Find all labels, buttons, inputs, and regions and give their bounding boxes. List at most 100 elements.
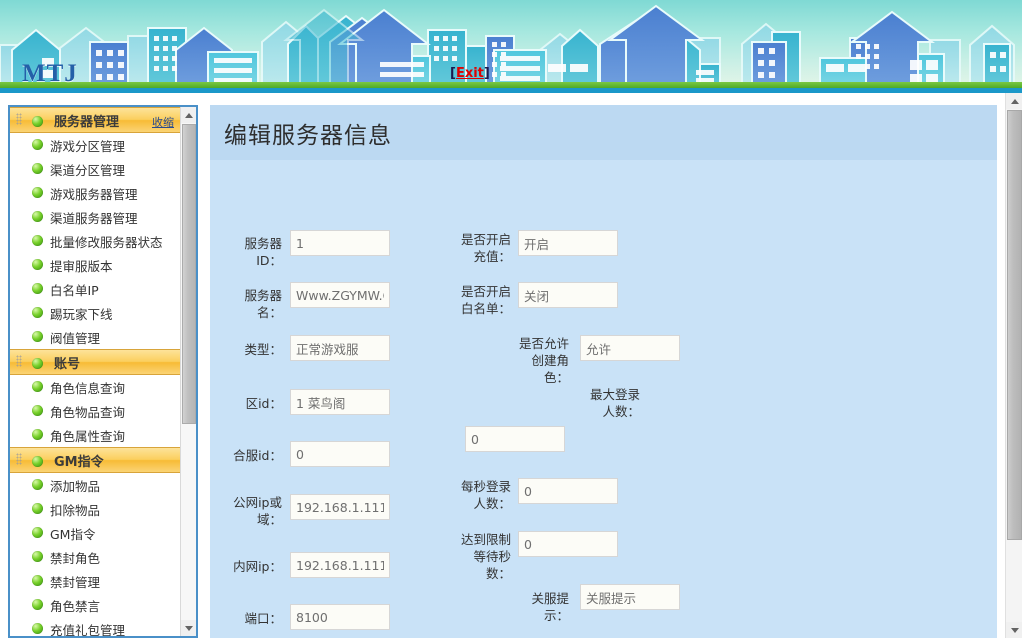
sidebar-item-label: 扣除物品 (50, 502, 101, 518)
sidebar-item-label: 踢玩家下线 (50, 306, 113, 322)
sidebar-group-3[interactable]: GM指令 (10, 447, 182, 473)
content-area: 服务器管理 收缩游戏分区管理 渠道分区管理游戏服务器管理 渠道服务器管理批量修改服务器… (0, 93, 1022, 638)
page-scroll-down-button[interactable] (1006, 622, 1022, 638)
sidebar-group-label: 服务器管理 (54, 114, 120, 130)
bullet-icon (32, 259, 43, 270)
sidebar-item-label: 渠道服务器管理 (50, 210, 138, 226)
field-left-label-3: 类型： (244, 342, 282, 357)
sidebar-item-1-9[interactable]: 阀值管理 (10, 325, 182, 349)
bullet-icon (32, 381, 43, 392)
drag-handle-icon[interactable] (16, 453, 22, 465)
bullet-icon (32, 358, 43, 369)
bullet-icon (32, 283, 43, 294)
bullet-icon (32, 139, 43, 150)
sidebar-group-2[interactable]: 账号 (10, 349, 182, 375)
sidebar-item-1-3[interactable]: 游戏服务器管理 (10, 181, 182, 205)
field-right-input-6[interactable] (518, 531, 618, 557)
sidebar-scroll-up-button[interactable] (181, 107, 196, 123)
field-right-input-7[interactable] (580, 584, 680, 610)
sidebar-item-label: 角色禁言 (50, 598, 101, 614)
exit-link[interactable]: [Exit] (450, 66, 490, 81)
field-left-label-6: 公网ip或域： (233, 495, 282, 527)
field-left-input-6[interactable] (290, 494, 390, 520)
field-left-label-4: 区id： (245, 396, 282, 411)
field-right-input-5[interactable] (518, 478, 618, 504)
sidebar-item-3-7[interactable]: 充值礼包管理 (10, 617, 182, 636)
sidebar-item-3-4[interactable]: 禁封角色 (10, 545, 182, 569)
app-window: MTJ [Exit] 服务器管理 收缩 游戏分区管理 渠道分区管理 游戏服务器管理 渠道服… (0, 0, 1022, 638)
field-left-label-1: 服务器ID： (244, 236, 282, 268)
field-right-input-4[interactable] (465, 426, 565, 452)
field-right-label-5: 每秒登录人数： (460, 479, 511, 511)
sidebar-item-3-5[interactable]: 禁封管理 (10, 569, 182, 593)
field-left-input-3[interactable] (290, 335, 390, 361)
sidebar-item-1-5[interactable]: 批量修改服务器状态 (10, 229, 182, 253)
sidebar-item-1-2[interactable]: 渠道分区管理 (10, 157, 182, 181)
field-right-input-1[interactable] (518, 230, 618, 256)
bullet-icon (32, 116, 43, 127)
sidebar-scroll-down-button[interactable] (181, 620, 196, 636)
bullet-icon (32, 527, 43, 538)
sidebar-item-label: 角色信息查询 (50, 380, 126, 396)
drag-handle-icon[interactable] (16, 355, 22, 367)
field-left-input-5[interactable] (290, 441, 390, 467)
sidebar-item-1-7[interactable]: 白名单IP (10, 277, 182, 301)
sidebar-item-1-4[interactable]: 渠道服务器管理 (10, 205, 182, 229)
field-left-input-2[interactable] (290, 282, 390, 308)
sidebar-item-3-1[interactable]: 添加物品 (10, 473, 182, 497)
sidebar-item-2-2[interactable]: 角色物品查询 (10, 399, 182, 423)
sidebar-item-1-8[interactable]: 踢玩家下线 (10, 301, 182, 325)
sidebar-item-1-1[interactable]: 游戏分区管理 (10, 133, 182, 157)
sidebar-item-1-6[interactable]: 提审服版本 (10, 253, 182, 277)
bullet-icon (32, 479, 43, 490)
sidebar-item-label: GM指令 (50, 526, 96, 542)
chevron-down-icon (1010, 627, 1019, 633)
sidebar-item-2-1[interactable]: 角色信息查询 (10, 375, 182, 399)
sidebar-item-label: 禁封管理 (50, 574, 101, 590)
drag-handle-icon[interactable] (16, 113, 22, 125)
field-left-input-7[interactable] (290, 552, 390, 578)
city-skyline-graphic (0, 0, 1022, 93)
field-right-label-1: 是否开启充值： (460, 232, 511, 264)
sidebar-item-label: 白名单IP (50, 282, 99, 298)
sidebar-group-label: GM指令 (54, 454, 104, 470)
sidebar-item-label: 添加物品 (50, 478, 101, 494)
sidebar-item-label: 阀值管理 (50, 330, 101, 346)
sidebar-item-2-3[interactable]: 角色属性查询 (10, 423, 182, 447)
sidebar-item-label: 禁封角色 (50, 550, 101, 566)
sidebar-collapse-link[interactable]: 收缩 (152, 114, 174, 130)
sidebar-item-label: 批量修改服务器状态 (50, 234, 163, 250)
sidebar-item-3-3[interactable]: GM指令 (10, 521, 182, 545)
sidebar-item-label: 游戏服务器管理 (50, 186, 138, 202)
field-left-input-1[interactable] (290, 230, 390, 256)
page-scroll-thumb[interactable] (1007, 110, 1022, 540)
page-title: 编辑服务器信息 (224, 122, 392, 149)
sidebar-scrollbar[interactable] (180, 107, 196, 636)
sidebar-item-label: 角色属性查询 (50, 428, 126, 444)
sidebar-scroll-thumb[interactable] (182, 124, 196, 424)
chevron-up-icon (185, 112, 193, 118)
field-right-input-2[interactable] (518, 282, 618, 308)
bullet-icon (32, 163, 43, 174)
bullet-icon (32, 331, 43, 342)
bullet-icon (32, 187, 43, 198)
exit-bracket-close: ] (483, 66, 490, 81)
sidebar-item-3-6[interactable]: 角色禁言 (10, 593, 182, 617)
bullet-icon (32, 599, 43, 610)
field-right-input-3[interactable] (580, 335, 680, 361)
bullet-icon (32, 456, 43, 467)
field-right-label-4: 最大登录人数： (589, 387, 640, 419)
field-left-input-8[interactable] (290, 604, 390, 630)
bullet-icon (32, 575, 43, 586)
page-scrollbar[interactable] (1005, 93, 1022, 638)
field-left-label-7: 内网ip： (233, 559, 282, 574)
sidebar-item-3-2[interactable]: 扣除物品 (10, 497, 182, 521)
field-left-label-5: 合服id： (233, 448, 282, 463)
sidebar-group-1[interactable]: 服务器管理 收缩 (10, 107, 182, 133)
server-edit-form: 保存 服务器ID：服务器名：类型：区id：合服id：公网ip或域：内网ip：端口… (210, 160, 997, 638)
main-panel: 编辑服务器信息 保存 服务器ID：服务器名：类型：区id：合服id：公网ip或域… (210, 105, 997, 638)
page-scroll-up-button[interactable] (1006, 93, 1022, 109)
field-left-input-4[interactable] (290, 389, 390, 415)
sidebar-navigation: 服务器管理 收缩游戏分区管理 渠道分区管理游戏服务器管理 渠道服务器管理批量修改服务器… (8, 105, 198, 638)
field-right-label-3: 是否允许创建角色： (518, 336, 569, 385)
